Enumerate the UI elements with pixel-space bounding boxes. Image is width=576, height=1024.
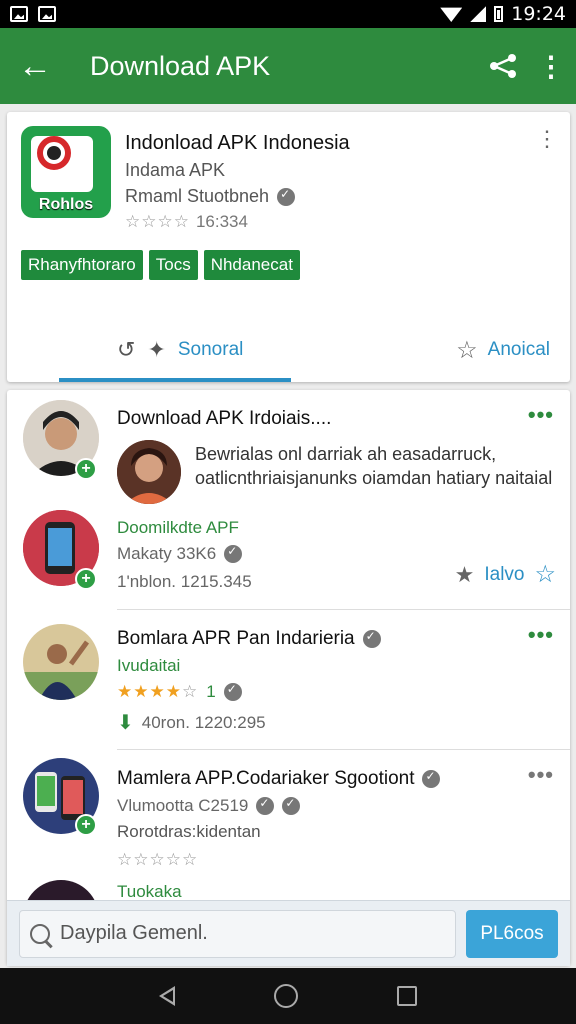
back-arrow-icon[interactable]: ← — [0, 49, 70, 83]
tag-chip[interactable]: Tocs — [148, 250, 198, 280]
star-rating-icon: ☆☆☆☆☆ — [117, 850, 199, 869]
more-horiz-icon[interactable]: ••• — [528, 762, 554, 788]
item-title: Mamlera APP.Codariaker Sgootiont — [117, 768, 415, 789]
verified-badge-icon — [223, 682, 242, 701]
item-category: Ivudaitai — [117, 656, 181, 675]
developer-name: Rmaml Stuotbneh — [125, 186, 270, 206]
list-item[interactable]: + Mamlera APP.Codariaker Sgootiont ••• V… — [7, 750, 570, 880]
app-list: + + Download APK Irdoiais.... ••• Bewria… — [7, 390, 570, 965]
verified-badge-icon — [422, 769, 441, 788]
nav-recents-icon[interactable] — [396, 986, 417, 1006]
verified-badge-icon — [282, 796, 301, 815]
favorite-label: Ialvo — [484, 563, 525, 585]
verified-badge-icon — [362, 629, 381, 648]
add-icon[interactable]: + — [75, 458, 97, 480]
avatar — [117, 440, 181, 504]
item-meta: Makaty 33K6 — [117, 544, 243, 564]
rating-text: 16:334 — [195, 212, 248, 231]
gallery-icon — [10, 6, 28, 22]
rating-row: ☆☆☆☆ 16:334 — [125, 212, 248, 232]
battery-icon — [494, 6, 504, 22]
favorite-label: Anoical — [487, 339, 550, 360]
search-placeholder: Daypila Gemenl. — [60, 922, 208, 944]
item-downloads-row: ⬇ 40ron. 1220:295 — [117, 710, 266, 735]
item-meta: Vlumootta C2519 — [117, 796, 301, 816]
item-meta-text: Vlumootta C2519 — [117, 796, 249, 815]
app-icon[interactable]: Rohlos — [21, 126, 111, 218]
signal-icon — [470, 6, 487, 22]
favorite-button[interactable]: ☆ Anoical — [456, 336, 550, 365]
item-downloads: 1'nblon. 1215.345 — [117, 572, 252, 591]
item-title: Bomlara APR Pan Indarieria — [117, 628, 355, 649]
star-rating-icon: ☆☆☆☆ — [125, 212, 190, 231]
star-icon: ★ — [454, 561, 475, 587]
tab-indicator — [59, 378, 291, 382]
add-icon[interactable]: + — [75, 568, 97, 590]
more-vert-icon[interactable]: ⋮ — [526, 50, 576, 83]
item-description: Bewrialas onl darriak ah easadarruck, oa… — [195, 444, 553, 488]
item-title: Tuokaka — [117, 882, 182, 901]
card-menu-icon[interactable]: ⋮ — [536, 128, 558, 150]
rating-row: ☆☆☆☆☆ — [117, 850, 198, 870]
featured-app-card[interactable]: Rohlos Indonload APK Indonesia Indama AP… — [7, 112, 570, 382]
more-horiz-icon[interactable]: ••• — [528, 402, 554, 428]
verified-badge-icon — [256, 796, 275, 815]
search-input[interactable]: Daypila Gemenl. — [19, 909, 456, 958]
wifi-icon — [440, 7, 463, 22]
app-subtitle: Indama APK — [125, 160, 226, 180]
app-title: Indonload APK Indonesia — [125, 132, 350, 154]
nav-back-icon[interactable] — [159, 986, 176, 1006]
search-icon — [30, 923, 50, 944]
search-bar: Daypila Gemenl. PL6cos — [7, 900, 570, 966]
item-subtext: Rorotdras:kidentan — [117, 822, 261, 841]
share-icon[interactable] — [480, 53, 526, 79]
star-outline-icon: ☆ — [456, 336, 478, 364]
avatar — [23, 624, 99, 700]
item-downloads: 40ron. 1220:295 — [141, 712, 266, 732]
tab-label: Sonoral — [177, 339, 244, 360]
clock: 19:24 — [511, 3, 566, 25]
verified-badge-icon — [224, 544, 243, 563]
search-button[interactable]: PL6cos — [466, 909, 558, 958]
tab-general[interactable]: ↺ ✦ Sonoral — [117, 337, 243, 363]
item-meta-text: Makaty 33K6 — [117, 544, 217, 563]
tag-chip[interactable]: Rhanyfhtoraro — [21, 250, 143, 280]
list-item[interactable]: + + Download APK Irdoiais.... ••• Bewria… — [7, 390, 570, 610]
system-nav-bar — [0, 968, 576, 1024]
pin-icon[interactable]: ✦ — [147, 337, 165, 363]
item-title-row: Bomlara APR Pan Indarieria — [117, 628, 381, 650]
item-title: Download APK Irdoiais.... — [117, 408, 332, 429]
status-bar: 19:24 — [0, 0, 576, 28]
verified-badge-icon — [277, 187, 296, 206]
gallery-icon — [38, 6, 56, 22]
page-title: Download APK — [90, 50, 271, 81]
more-horiz-icon[interactable]: ••• — [528, 622, 554, 648]
star-outline-icon: ☆ — [534, 561, 556, 588]
add-icon[interactable]: + — [75, 814, 97, 836]
card-actions: ↺ ✦ Sonoral ☆ Anoical — [7, 330, 570, 370]
developer-row: Rmaml Stuotbneh — [125, 186, 296, 207]
rating-row: ★★★★☆ 1 — [117, 682, 242, 702]
app-icon-label: Rohlos — [38, 196, 94, 213]
refresh-icon[interactable]: ↺ — [117, 337, 135, 363]
tag-list: Rhanyfhtoraro Tocs Nhdanecat — [21, 250, 300, 280]
download-icon: ⬇ — [117, 712, 134, 734]
item-category: Doomilkdte APF — [117, 518, 239, 537]
rating-value: 1 — [206, 682, 216, 701]
favorite-button[interactable]: ★ Ialvo ☆ — [455, 560, 556, 589]
tag-chip[interactable]: Nhdanecat — [203, 250, 300, 280]
list-item[interactable]: Bomlara APR Pan Indarieria ••• Ivudaitai… — [7, 610, 570, 750]
nav-home-icon[interactable] — [273, 984, 298, 1008]
star-rating-icon: ★★★★☆ — [117, 682, 199, 701]
app-bar: ← Download APK ⋮ — [0, 28, 576, 104]
item-title-row: Mamlera APP.Codariaker Sgootiont — [117, 768, 441, 790]
